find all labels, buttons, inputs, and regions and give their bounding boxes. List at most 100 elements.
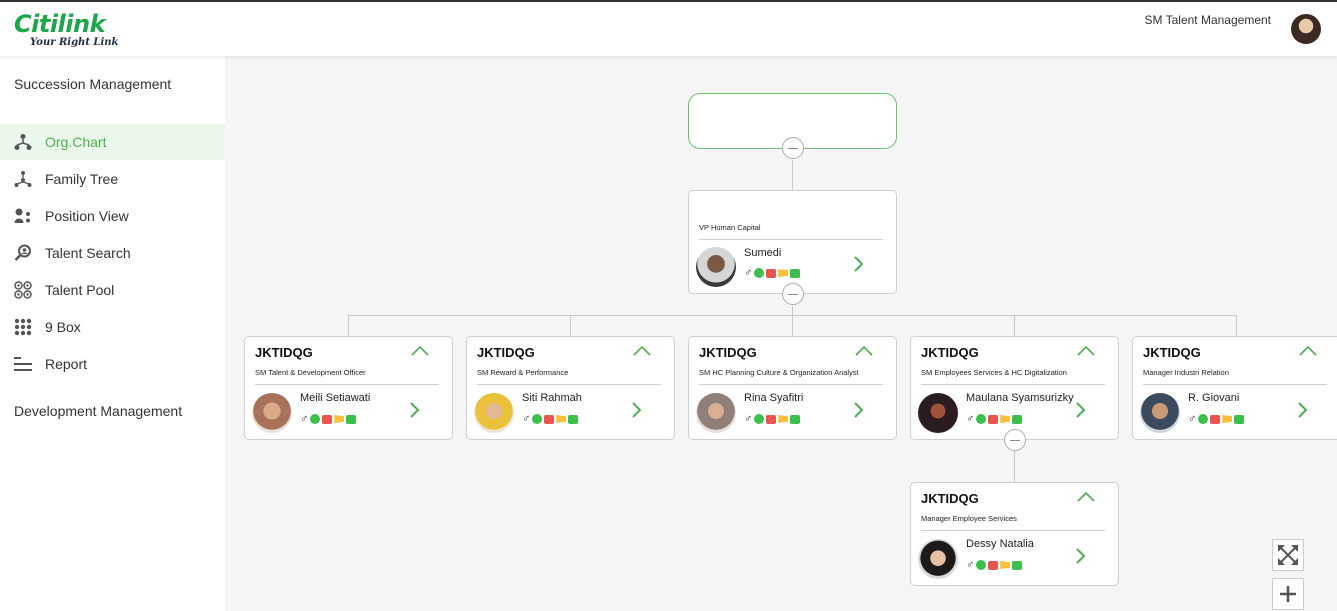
collapse-toggle[interactable] (1004, 429, 1026, 451)
flag-icon (556, 415, 567, 423)
sidebar-item-org-chart[interactable]: Org.Chart (0, 124, 225, 160)
puzzle-icon (988, 414, 999, 424)
collapse-toggle[interactable] (782, 137, 804, 159)
sidebar-item-talent-search[interactable]: Talent Search (0, 235, 225, 271)
vp-position-card[interactable]: VP Human Capital Sumedi ♂ (688, 190, 897, 294)
chevron-up-icon[interactable] (410, 345, 430, 357)
smile-icon (1198, 414, 1209, 424)
position-card[interactable]: JKTIDQG SM Employees Services & HC Digit… (910, 336, 1119, 440)
employee-badges: ♂ (1188, 413, 1245, 425)
connector-line (792, 160, 793, 190)
employee-avatar (696, 393, 736, 433)
plus-icon (1280, 586, 1296, 602)
sidebar-item-talent-pool[interactable]: Talent Pool (0, 272, 225, 308)
chevron-right-icon[interactable] (852, 401, 864, 419)
section-succession-management[interactable]: Succession Management (14, 74, 214, 95)
connector-line (1236, 315, 1237, 336)
sidebar-item-report[interactable]: Report (0, 346, 225, 382)
org-chart-icon (12, 131, 34, 153)
sidebar-item-label: 9 Box (45, 319, 81, 335)
position-code: JKTIDQG (477, 345, 535, 360)
talent-pool-icon (12, 279, 34, 301)
position-title: SM Reward & Performance (477, 368, 569, 377)
report-icon (12, 353, 34, 375)
gender-icon: ♂ (744, 267, 753, 279)
fit-screen-icon (1278, 545, 1298, 565)
employee-name: Dessy Natalia (966, 538, 1034, 550)
chevron-right-icon[interactable] (852, 255, 864, 273)
sidebar-item-family-tree[interactable]: Family Tree (0, 161, 225, 197)
connector-line (570, 315, 571, 336)
header-user-name[interactable]: SM Talent Management (1144, 13, 1271, 27)
sidebar-item-label: Family Tree (45, 171, 119, 187)
smile-icon (976, 560, 987, 570)
position-card[interactable]: JKTIDQG SM HC Planning Culture & Organiz… (688, 336, 897, 440)
smile-icon (754, 414, 765, 424)
position-title: VP Human Capital (699, 223, 761, 232)
chevron-right-icon[interactable] (1074, 547, 1086, 565)
chevron-up-icon[interactable] (632, 345, 652, 357)
position-view-icon (12, 205, 34, 227)
chevron-right-icon[interactable] (1074, 401, 1086, 419)
chevron-up-icon[interactable] (1076, 491, 1096, 503)
smile-icon (754, 268, 765, 278)
puzzle-icon (322, 414, 333, 424)
position-title: SM Employees Services & HC Digitalizatio… (921, 368, 1067, 377)
employee-name: Sumedi (744, 247, 782, 259)
puzzle-icon (1210, 414, 1221, 424)
card-divider (921, 384, 1105, 385)
chevron-up-icon[interactable] (854, 345, 874, 357)
employee-avatar (474, 393, 514, 433)
card-divider (699, 384, 883, 385)
gender-icon: ♂ (966, 559, 975, 571)
gender-icon: ♂ (1188, 413, 1197, 425)
zoom-in-button[interactable] (1272, 578, 1304, 610)
gender-icon: ♂ (744, 413, 753, 425)
sidebar-item-label: Talent Pool (45, 282, 115, 298)
medical-kit-icon (790, 268, 801, 278)
logo-tagline: Your Right Link (30, 37, 119, 48)
connector-line (792, 306, 793, 315)
position-card[interactable]: JKTIDQG Manager Industri Relation R. Gio… (1132, 336, 1337, 440)
puzzle-icon (988, 560, 999, 570)
family-tree-icon (12, 168, 34, 190)
employee-badges: ♂ (744, 267, 801, 279)
chevron-right-icon[interactable] (1296, 401, 1308, 419)
flag-icon (334, 415, 345, 423)
position-code: JKTIDQG (699, 345, 757, 360)
position-code: JKTIDQG (921, 345, 979, 360)
org-chart-canvas[interactable]: VP Human Capital Sumedi ♂ JKTIDQG SM Tal… (225, 56, 1337, 611)
chevron-up-icon[interactable] (1076, 345, 1096, 357)
employee-avatar (1140, 393, 1180, 433)
medical-kit-icon (1012, 560, 1023, 570)
smile-icon (310, 414, 321, 424)
medical-kit-icon (1012, 414, 1023, 424)
position-title: Manager Employee Services (921, 514, 1017, 523)
section-development-management[interactable]: Development Management (14, 401, 214, 422)
chevron-right-icon[interactable] (630, 401, 642, 419)
medical-kit-icon (346, 414, 357, 424)
position-card[interactable]: JKTIDQG SM Reward & Performance Siti Rah… (466, 336, 675, 440)
employee-name: R. Giovani (1188, 392, 1240, 404)
collapse-toggle[interactable] (782, 283, 804, 305)
citilink-logo[interactable]: Citilink Your Right Link (14, 10, 124, 52)
position-card[interactable]: JKTIDQG Manager Employee Services Dessy … (910, 482, 1119, 586)
position-card[interactable]: JKTIDQG SM Talent & Development Officer … (244, 336, 453, 440)
smile-icon (976, 414, 987, 424)
medical-kit-icon (1234, 414, 1245, 424)
employee-badges: ♂ (522, 413, 579, 425)
card-divider (1143, 384, 1327, 385)
position-title: SM HC Planning Culture & Organization An… (699, 368, 859, 377)
card-divider (699, 239, 883, 240)
user-avatar[interactable] (1291, 14, 1321, 44)
fit-screen-button[interactable] (1272, 539, 1304, 571)
sidebar-item-position-view[interactable]: Position View (0, 198, 225, 234)
employee-name: Meili Setiawati (300, 392, 371, 404)
sidebar-item-9-box[interactable]: 9 Box (0, 309, 225, 345)
nine-box-icon (12, 316, 34, 338)
chevron-up-icon[interactable] (1298, 345, 1318, 357)
position-code: JKTIDQG (921, 491, 979, 506)
flag-icon (778, 415, 789, 423)
gender-icon: ♂ (966, 413, 975, 425)
chevron-right-icon[interactable] (408, 401, 420, 419)
